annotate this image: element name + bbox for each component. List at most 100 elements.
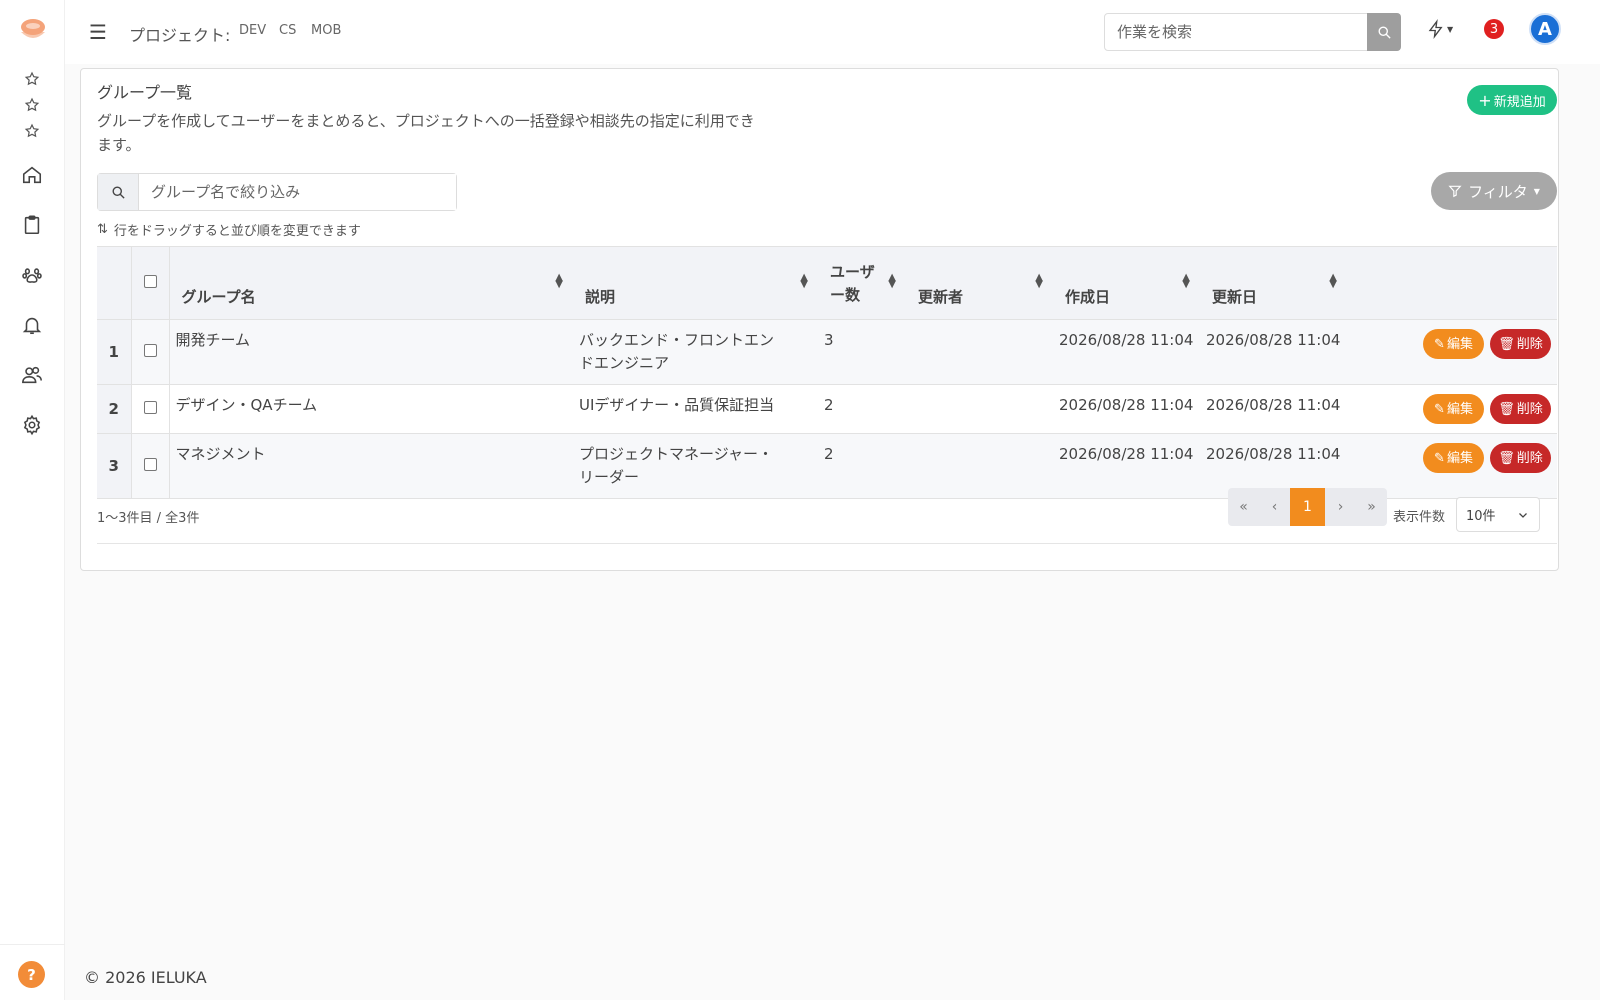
- delete-label: 削除: [1516, 336, 1543, 352]
- column-header-updater[interactable]: 更新者 ▲ ▼: [906, 246, 1053, 320]
- app-logo-icon[interactable]: [19, 18, 47, 44]
- updated-date-cell: 2026/08/28 11:04: [1200, 319, 1347, 385]
- column-label: 作成日: [1065, 288, 1111, 306]
- table-row[interactable]: 1 開発チーム バックエンド・フロントエンドエンジニア 3 2026/08/28…: [97, 319, 1557, 385]
- paw-icon[interactable]: [19, 262, 45, 288]
- row-checkbox[interactable]: [143, 400, 157, 414]
- row-number-header: [97, 246, 132, 320]
- select-all-checkbox[interactable]: [143, 275, 157, 288]
- column-label: 更新者: [918, 288, 964, 306]
- search-icon: [1378, 26, 1391, 39]
- select-all-header: [131, 246, 170, 320]
- project-link-mob[interactable]: MOB: [311, 23, 341, 38]
- plus-icon: +: [1478, 90, 1492, 110]
- actions-cell: ✎ 編集 🗑 削除: [1347, 319, 1557, 385]
- column-label: グループ名: [181, 288, 256, 306]
- page-description: グループを作成してユーザーをまとめると、プロジェクトへの一括登録や相談先の指定に…: [97, 112, 755, 154]
- favorite-star-icon[interactable]: [19, 92, 45, 118]
- filter-dropdown-button[interactable]: フィルタ ▼: [1431, 172, 1557, 210]
- add-group-button[interactable]: + 新規追加: [1467, 85, 1557, 115]
- help-button[interactable]: ?: [18, 961, 45, 988]
- pencil-icon: ✎: [1434, 336, 1445, 352]
- user-count-cell: 3: [818, 319, 906, 385]
- favorite-star-icon[interactable]: [19, 118, 45, 144]
- row-select-cell: [131, 319, 170, 385]
- lightning-icon: [1428, 19, 1443, 39]
- project-link-cs[interactable]: CS: [279, 23, 296, 38]
- next-page-button[interactable]: ›: [1325, 488, 1356, 526]
- column-header-actions: [1347, 246, 1557, 320]
- edit-button[interactable]: ✎ 編集: [1423, 443, 1484, 473]
- chevron-down-icon: [1519, 512, 1527, 518]
- sort-icon[interactable]: ▲ ▼: [800, 273, 808, 290]
- per-page-label: 表示件数: [1393, 510, 1446, 525]
- sort-arrows-icon: ⇅: [97, 222, 108, 237]
- created-date-cell: 2026/08/28 11:04: [1053, 384, 1200, 434]
- column-label: 更新日: [1212, 288, 1258, 306]
- group-name-filter-input[interactable]: [139, 174, 456, 210]
- project-link-dev[interactable]: DEV: [239, 23, 266, 38]
- trash-icon: 🗑: [1498, 401, 1515, 417]
- column-header-description[interactable]: 説明 ▲ ▼: [573, 246, 818, 320]
- edit-button[interactable]: ✎ 編集: [1423, 329, 1484, 359]
- updated-date-cell: 2026/08/28 11:04: [1200, 384, 1347, 434]
- clipboard-icon[interactable]: [19, 212, 45, 238]
- created-date-cell: 2026/08/28 11:04: [1053, 319, 1200, 385]
- user-avatar[interactable]: A: [1529, 13, 1561, 45]
- edit-button[interactable]: ✎ 編集: [1423, 394, 1484, 424]
- sort-icon[interactable]: ▲ ▼: [1329, 273, 1337, 290]
- sort-icon[interactable]: ▲ ▼: [888, 273, 896, 290]
- pencil-icon: ✎: [1434, 401, 1445, 417]
- sort-icon[interactable]: ▲ ▼: [555, 273, 563, 290]
- table-row[interactable]: 2 デザイン・QAチーム UIデザイナー・品質保証担当 2 2026/08/28…: [97, 384, 1557, 434]
- column-label: ユーザー数: [830, 263, 875, 304]
- top-header: ☰ プロジェクト: DEV CS MOB ▼ 3 A: [65, 0, 1600, 64]
- search-button[interactable]: [1367, 13, 1401, 51]
- table-header-row: グループ名 ▲ ▼ 説明 ▲ ▼ ユーザー数 ▲ ▼ 更新者 ▲ ▼ 作成日 ▲ ▼ 更新日 ▲ ▼: [97, 246, 1557, 320]
- page-title: グループ一覧: [97, 83, 193, 102]
- group-table: グループ名 ▲ ▼ 説明 ▲ ▼ ユーザー数 ▲ ▼ 更新者 ▲ ▼ 作成日 ▲ ▼ 更新日 ▲ ▼ 1…: [97, 246, 1557, 499]
- row-checkbox[interactable]: [143, 457, 157, 471]
- sort-icon[interactable]: ▲ ▼: [1035, 273, 1043, 290]
- sort-icon[interactable]: ▲ ▼: [1182, 273, 1190, 290]
- quick-actions-dropdown[interactable]: ▼: [1427, 19, 1453, 39]
- row-checkbox[interactable]: [143, 343, 157, 357]
- user-count-cell: 2: [818, 384, 906, 434]
- delete-label: 削除: [1516, 401, 1543, 417]
- column-header-user-count[interactable]: ユーザー数 ▲ ▼: [818, 246, 906, 320]
- edit-label: 編集: [1446, 450, 1473, 466]
- notification-badge[interactable]: 3: [1484, 19, 1504, 39]
- caret-down-icon: ▼: [1533, 186, 1540, 196]
- group-name-cell: 開発チーム: [169, 319, 573, 385]
- column-header-updated[interactable]: 更新日 ▲ ▼: [1200, 246, 1347, 320]
- prev-page-button[interactable]: ‹: [1259, 488, 1290, 526]
- delete-button[interactable]: 🗑 削除: [1490, 443, 1551, 473]
- table-footer: 1〜3件目 / 全3件 « ‹ 1 › » 表示件数 10件: [97, 481, 1557, 544]
- column-label: 説明: [585, 288, 616, 306]
- delete-button[interactable]: 🗑 削除: [1490, 329, 1551, 359]
- bell-icon[interactable]: [19, 312, 45, 338]
- column-header-created[interactable]: 作成日 ▲ ▼: [1053, 246, 1200, 320]
- hamburger-menu-icon[interactable]: ☰: [89, 20, 107, 44]
- page-button-current[interactable]: 1: [1290, 488, 1325, 526]
- favorite-star-icon[interactable]: [19, 66, 45, 92]
- task-search-input[interactable]: [1104, 13, 1368, 51]
- updater-cell: [906, 384, 1053, 434]
- users-icon[interactable]: [19, 362, 45, 388]
- home-icon[interactable]: [19, 162, 45, 188]
- filter-button-label: フィルタ: [1468, 182, 1528, 201]
- updater-cell: [906, 319, 1053, 385]
- row-select-cell: [131, 384, 170, 434]
- sidebar: ?: [0, 0, 65, 1000]
- delete-label: 削除: [1516, 450, 1543, 466]
- edit-label: 編集: [1446, 401, 1473, 417]
- last-page-button[interactable]: »: [1356, 488, 1387, 526]
- gear-icon[interactable]: [19, 412, 45, 438]
- pencil-icon: ✎: [1434, 450, 1445, 466]
- copyright: © 2026 IELUKA: [84, 968, 207, 987]
- first-page-button[interactable]: «: [1228, 488, 1259, 526]
- range-info: 1〜3件目 / 全3件: [97, 511, 200, 526]
- column-header-group-name[interactable]: グループ名 ▲ ▼: [169, 246, 573, 320]
- delete-button[interactable]: 🗑 削除: [1490, 394, 1551, 424]
- per-page-select[interactable]: 10件: [1456, 497, 1540, 532]
